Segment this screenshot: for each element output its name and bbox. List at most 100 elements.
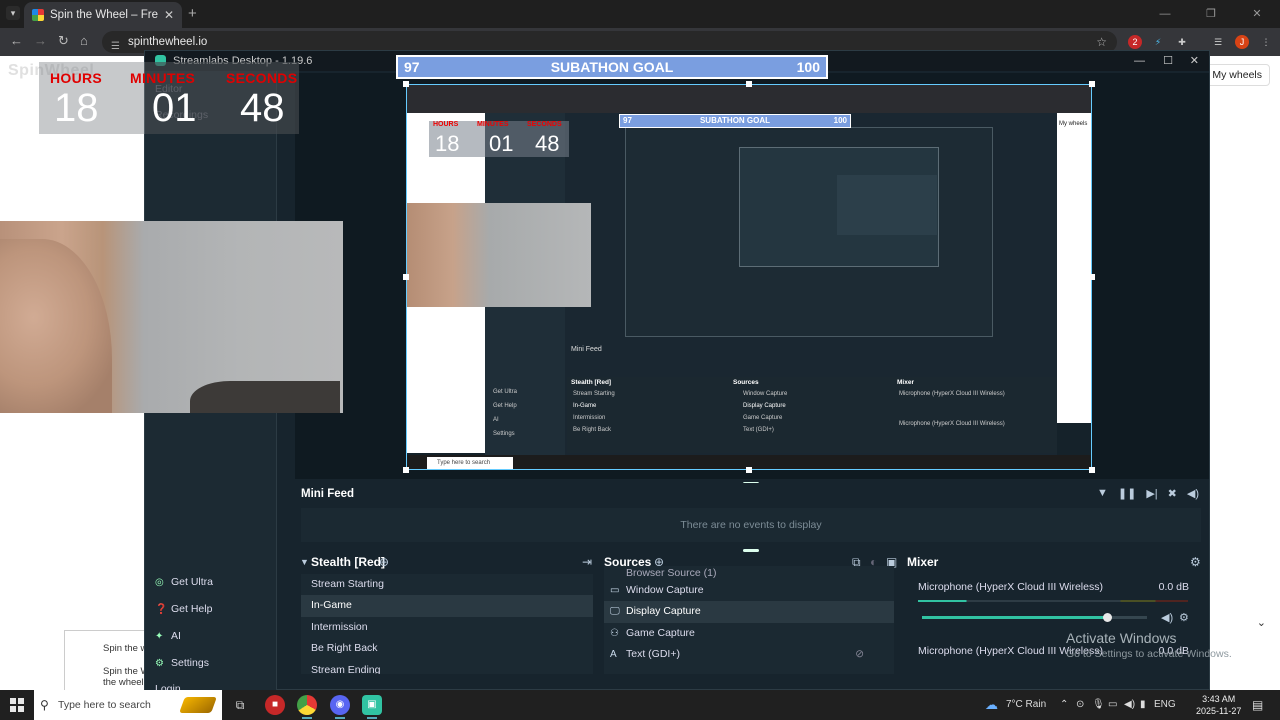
nested-nav-item: AI bbox=[493, 417, 499, 423]
resize-handle[interactable] bbox=[1089, 81, 1095, 87]
mini-feed-title: Mini Feed bbox=[301, 488, 355, 500]
task-view-icon[interactable]: ⧉ bbox=[230, 695, 250, 715]
sl-close-button[interactable]: ✕ bbox=[1190, 51, 1199, 71]
mixer-volume-slider[interactable] bbox=[922, 613, 1147, 622]
browser-menu-icon[interactable]: ⋮ bbox=[1259, 35, 1273, 49]
extensions-puzzle-icon[interactable]: ✚ bbox=[1175, 35, 1189, 49]
windows-taskbar: ⚲ Type here to search ⧉ ■ ◉ ▣ ☁ 7°C Rain… bbox=[0, 690, 1280, 720]
sl-minimize-button[interactable]: — bbox=[1134, 51, 1145, 71]
my-wheels-button[interactable]: My wheels bbox=[1204, 64, 1270, 86]
volume-icon[interactable]: ◀) bbox=[1187, 487, 1199, 500]
scene-item[interactable]: Stream Starting bbox=[301, 574, 593, 595]
nav-get-help[interactable]: ❓ Get Help bbox=[155, 603, 212, 615]
scene-item[interactable]: Intermission bbox=[301, 617, 593, 638]
pause-icon[interactable]: ❚❚ bbox=[1118, 487, 1136, 500]
windows-start-icon[interactable] bbox=[10, 698, 24, 712]
new-tab-button[interactable]: + bbox=[188, 5, 197, 22]
weather-icon[interactable]: ☁ bbox=[985, 690, 998, 720]
resize-handle[interactable] bbox=[403, 467, 409, 473]
extension-red-icon[interactable]: 2 bbox=[1128, 35, 1142, 49]
nav-get-ultra[interactable]: ◎ Get Ultra bbox=[155, 576, 213, 588]
resize-handle[interactable] bbox=[1089, 274, 1095, 280]
source-item[interactable]: ▭ Window Capture bbox=[604, 580, 894, 601]
maximize-button[interactable]: ❐ bbox=[1188, 0, 1234, 28]
search-highlight-icon bbox=[179, 697, 217, 713]
tab-title: Spin the Wheel – Free and easy bbox=[50, 9, 158, 21]
resize-handle[interactable] bbox=[403, 274, 409, 280]
source-item[interactable]: Browser Source (1) bbox=[604, 566, 894, 580]
nav-settings[interactable]: ⚙ Settings bbox=[155, 657, 209, 669]
taskbar-clock[interactable]: 3:43 AM 2025-11-27 bbox=[1196, 693, 1241, 717]
nested-nav-item: Get Help bbox=[493, 403, 517, 409]
resize-handle[interactable] bbox=[746, 81, 752, 87]
timer-seconds-label: SECONDS bbox=[226, 70, 298, 86]
eye-slash-icon[interactable]: ⊘ bbox=[855, 644, 864, 665]
mixer-volume-fill bbox=[922, 616, 1107, 619]
source-item-selected[interactable]: 🖵 Display Capture bbox=[604, 601, 894, 623]
minimize-button[interactable]: — bbox=[1142, 0, 1188, 28]
goal-title: SUBATHON GOAL bbox=[550, 59, 674, 75]
transitions-icon[interactable]: ⇥ bbox=[582, 555, 592, 569]
goal-target: 100 bbox=[796, 59, 820, 75]
mute-alerts-icon[interactable]: ✖ bbox=[1168, 487, 1177, 500]
mixer-volume-knob[interactable] bbox=[1102, 613, 1112, 622]
battery-icon[interactable]: ▮ bbox=[1140, 690, 1146, 720]
tab-groups-icon[interactable]: ☰ bbox=[1211, 35, 1225, 49]
scene-item-selected[interactable]: In-Game bbox=[301, 595, 593, 617]
reload-icon[interactable]: ↻ bbox=[58, 33, 69, 49]
taskbar-app-red-icon[interactable]: ■ bbox=[265, 695, 285, 715]
profile-avatar[interactable]: J bbox=[1235, 35, 1249, 49]
streamlabs-taskbar-icon[interactable]: ▣ bbox=[362, 695, 382, 719]
volume-tray-icon[interactable]: ◀) bbox=[1124, 690, 1135, 720]
display-capture-source[interactable]: My wheels Get Ultra Get Help AI Settings… bbox=[406, 84, 1092, 470]
network-icon[interactable]: ▭ bbox=[1108, 690, 1117, 720]
nested-nav-item: Get Ultra bbox=[493, 389, 518, 395]
speaker-icon[interactable]: ◀) bbox=[1161, 611, 1173, 624]
notifications-icon[interactable]: ▤ bbox=[1252, 690, 1263, 720]
scenes-title[interactable]: Stealth [Red] bbox=[311, 555, 385, 569]
collapse-icon[interactable]: ▼ bbox=[300, 557, 309, 567]
resize-handle[interactable] bbox=[746, 467, 752, 473]
channel-gear-icon[interactable]: ⚙ bbox=[1179, 611, 1189, 624]
mixer-title: Mixer bbox=[907, 555, 939, 569]
tray-app-icon[interactable]: ⊙ bbox=[1076, 690, 1084, 720]
nav-ai[interactable]: ✦ AI bbox=[155, 630, 181, 642]
nested-timer: HOURS MINUTES SECONDS 18 01 48 bbox=[429, 121, 569, 157]
resize-handle[interactable] bbox=[403, 81, 409, 87]
subathon-goal-bar: 97 SUBATHON GOAL 100 bbox=[396, 55, 828, 79]
resize-handle[interactable] bbox=[1089, 467, 1095, 473]
extension-translate-icon[interactable]: ⚡ bbox=[1151, 35, 1165, 49]
discord-icon[interactable]: ◉ bbox=[330, 695, 350, 719]
panel-resize-handle[interactable] bbox=[743, 549, 759, 552]
site-info-icon[interactable]: ☰ bbox=[111, 36, 120, 58]
search-icon: ⚲ bbox=[40, 698, 49, 712]
chevron-down-icon[interactable]: ⌄ bbox=[1257, 616, 1266, 629]
timer-hours-label: HOURS bbox=[50, 70, 103, 86]
timer-minutes-value: 01 bbox=[152, 86, 197, 130]
chrome-icon[interactable] bbox=[297, 695, 317, 719]
microphone-icon[interactable]: 🎙 bbox=[1092, 690, 1105, 720]
skip-icon[interactable]: ▶| bbox=[1146, 487, 1157, 500]
scene-item[interactable]: Stream Ending bbox=[301, 660, 593, 674]
nested-preview-deepest bbox=[837, 175, 937, 235]
taskbar-search-placeholder: Type here to search bbox=[58, 699, 151, 711]
back-icon[interactable]: ← bbox=[10, 33, 23, 48]
home-icon[interactable]: ⌂ bbox=[80, 33, 88, 48]
scene-item[interactable]: Be Right Back bbox=[301, 638, 593, 659]
tray-overflow-icon[interactable]: ⌃ bbox=[1060, 690, 1068, 720]
tab-search-button[interactable]: ▾ bbox=[6, 6, 20, 20]
source-item[interactable]: ⚇ Game Capture bbox=[604, 623, 894, 644]
taskbar-search[interactable]: ⚲ Type here to search bbox=[34, 690, 222, 720]
address-url: spinthewheel.io bbox=[128, 36, 208, 48]
language-indicator[interactable]: ENG bbox=[1154, 690, 1176, 720]
filter-icon[interactable]: ▼ bbox=[1097, 487, 1108, 500]
forward-icon[interactable]: → bbox=[34, 33, 47, 48]
mixer-settings-icon[interactable]: ⚙ bbox=[1190, 555, 1201, 569]
close-window-button[interactable]: ✕ bbox=[1234, 0, 1280, 28]
source-item[interactable]: A Text (GDI+) ⊘ bbox=[604, 644, 894, 665]
browser-tab[interactable]: Spin the Wheel – Free and easy ✕ bbox=[24, 2, 182, 28]
sl-maximize-button[interactable]: ☐ bbox=[1163, 51, 1173, 71]
tab-close-icon[interactable]: ✕ bbox=[164, 8, 174, 22]
add-scene-icon[interactable]: ⊕ bbox=[379, 555, 389, 569]
weather-text[interactable]: 7°C Rain bbox=[1006, 690, 1046, 720]
